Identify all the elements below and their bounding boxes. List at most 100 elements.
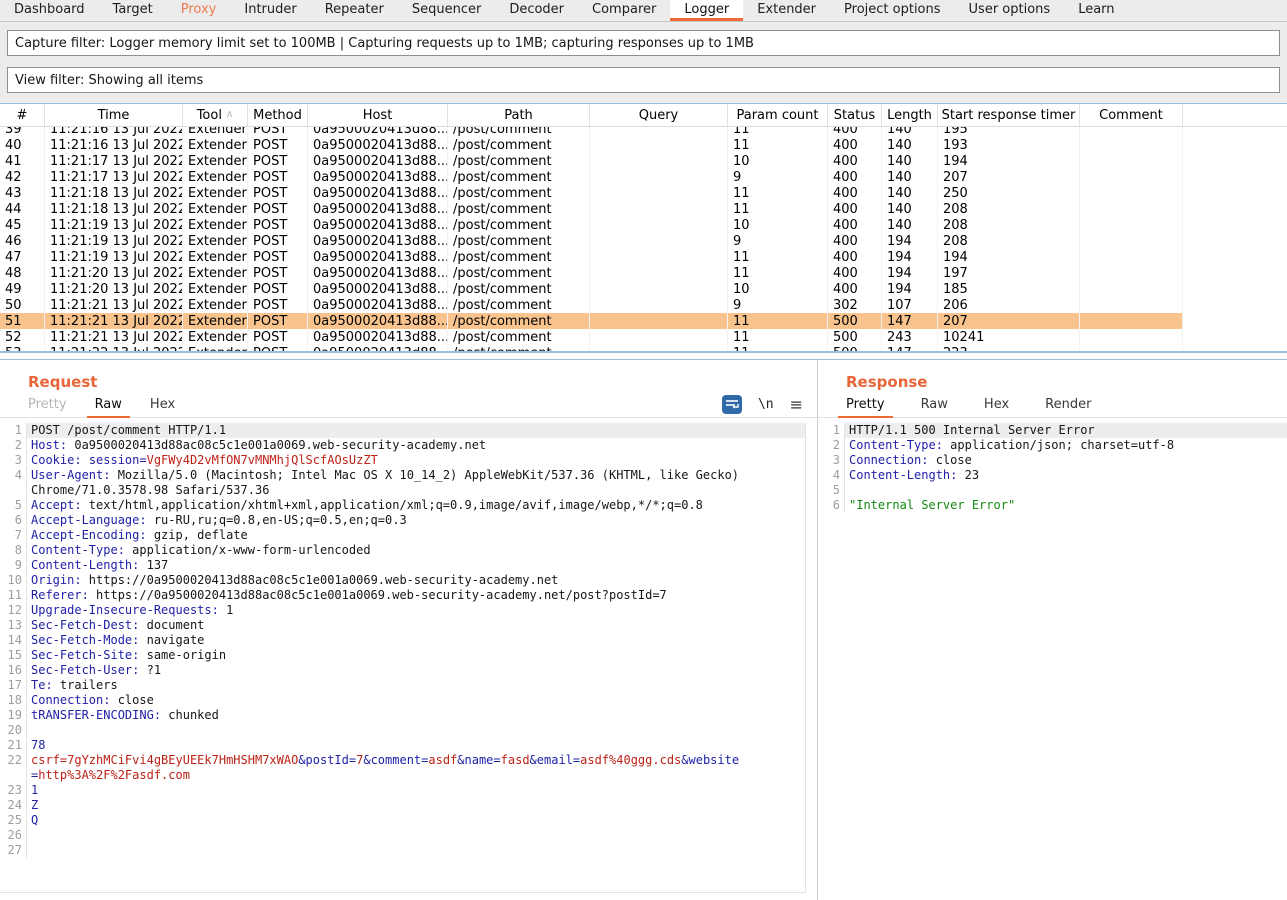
cell-tool: Extender <box>183 265 248 281</box>
code-line: 26 <box>0 828 805 843</box>
cell-path: /post/comment <box>448 297 590 313</box>
table-row-39[interactable]: 3911:21:16 13 Jul 2022ExtenderPOST0a9500… <box>0 127 1183 137</box>
tab-target[interactable]: Target <box>99 0 167 21</box>
tab-dashboard[interactable]: Dashboard <box>0 0 99 21</box>
code-line: 25Q <box>0 813 805 828</box>
cell-path: /post/comment <box>448 137 590 153</box>
cell-query <box>590 281 728 297</box>
table-row-51[interactable]: 5111:21:21 13 Jul 2022ExtenderPOST0a9500… <box>0 313 1183 329</box>
tab-hex[interactable]: Hex <box>976 395 1017 418</box>
cell-comment <box>1080 169 1183 185</box>
tab-project-options[interactable]: Project options <box>830 0 955 21</box>
cell-param-count: 10 <box>728 217 828 233</box>
col-header-time[interactable]: Time <box>45 104 183 126</box>
tab-logger[interactable]: Logger <box>670 0 743 21</box>
line-number: 1 <box>818 423 844 438</box>
line-content: 1 <box>26 783 805 798</box>
table-row-49[interactable]: 4911:21:20 13 Jul 2022ExtenderPOST0a9500… <box>0 281 1183 297</box>
col-header-method[interactable]: Method <box>248 104 308 126</box>
cell-param-count: 11 <box>728 345 828 351</box>
view-filter-text: View filter: Showing all items <box>15 73 203 88</box>
cell-param-count: 11 <box>728 127 828 137</box>
cell-param-count: 11 <box>728 185 828 201</box>
code-line: 1POST /post/comment HTTP/1.1 <box>0 423 805 438</box>
code-line: 6"Internal Server Error" <box>818 498 1287 513</box>
table-row-48[interactable]: 4811:21:20 13 Jul 2022ExtenderPOST0a9500… <box>0 265 1183 281</box>
request-editor[interactable]: 1POST /post/comment HTTP/1.12Host: 0a950… <box>0 423 806 893</box>
cell-path: /post/comment <box>448 185 590 201</box>
cell-num: 52 <box>0 329 45 345</box>
tab-intruder[interactable]: Intruder <box>230 0 310 21</box>
editor-menu-icon[interactable]: ≡ <box>790 395 803 414</box>
cell-status: 400 <box>828 169 882 185</box>
cell-path: /post/comment <box>448 281 590 297</box>
cell-method: POST <box>248 345 308 351</box>
tab-decoder[interactable]: Decoder <box>495 0 578 21</box>
table-row-41[interactable]: 4111:21:17 13 Jul 2022ExtenderPOST0a9500… <box>0 153 1183 169</box>
code-line: 18Connection: close <box>0 693 805 708</box>
table-row-42[interactable]: 4211:21:17 13 Jul 2022ExtenderPOST0a9500… <box>0 169 1183 185</box>
line-content: Sec-Fetch-Mode: navigate <box>26 633 805 648</box>
capture-filter-bar[interactable]: Capture filter: Logger memory limit set … <box>7 30 1280 56</box>
tab-learn[interactable]: Learn <box>1064 0 1128 21</box>
request-title: Request <box>28 373 817 391</box>
response-editor[interactable]: 1HTTP/1.1 500 Internal Server Error2Cont… <box>818 423 1287 513</box>
code-line: 5 <box>818 483 1287 498</box>
cell-method: POST <box>248 329 308 345</box>
col-header-start-response-timer[interactable]: Start response timer <box>938 104 1080 126</box>
cell-host: 0a9500020413d88... <box>308 329 448 345</box>
table-row-43[interactable]: 4311:21:18 13 Jul 2022ExtenderPOST0a9500… <box>0 185 1183 201</box>
cell-query <box>590 297 728 313</box>
word-wrap-icon[interactable] <box>722 395 742 414</box>
cell-start-response-timer: 207 <box>938 313 1080 329</box>
tab-repeater[interactable]: Repeater <box>311 0 398 21</box>
line-number: 14 <box>0 633 26 648</box>
col-header-path[interactable]: Path <box>448 104 590 126</box>
table-row-40[interactable]: 4011:21:16 13 Jul 2022ExtenderPOST0a9500… <box>0 137 1183 153</box>
cell-host: 0a9500020413d88... <box>308 233 448 249</box>
table-row-53[interactable]: 5311:21:22 13 Jul 2022ExtenderPOST0a9500… <box>0 345 1183 351</box>
col-header-num[interactable]: # <box>0 104 45 126</box>
col-header-comment[interactable]: Comment <box>1080 104 1183 126</box>
cell-time: 11:21:16 13 Jul 2022 <box>45 137 183 153</box>
col-header-host[interactable]: Host <box>308 104 448 126</box>
tab-hex[interactable]: Hex <box>142 395 183 418</box>
col-header-param-count[interactable]: Param count <box>728 104 828 126</box>
cell-method: POST <box>248 201 308 217</box>
cell-tool: Extender <box>183 169 248 185</box>
tab-pretty[interactable]: Pretty <box>20 395 75 418</box>
newline-toggle-icon[interactable]: \n <box>758 397 774 412</box>
split-divider[interactable] <box>0 352 1287 360</box>
line-content: Accept-Encoding: gzip, deflate <box>26 528 805 543</box>
tab-user-options[interactable]: User options <box>955 0 1065 21</box>
table-row-46[interactable]: 4611:21:19 13 Jul 2022ExtenderPOST0a9500… <box>0 233 1183 249</box>
table-row-44[interactable]: 4411:21:18 13 Jul 2022ExtenderPOST0a9500… <box>0 201 1183 217</box>
tab-comparer[interactable]: Comparer <box>578 0 670 21</box>
col-header-status[interactable]: Status <box>828 104 882 126</box>
table-row-50[interactable]: 5011:21:21 13 Jul 2022ExtenderPOST0a9500… <box>0 297 1183 313</box>
col-header-query[interactable]: Query <box>590 104 728 126</box>
col-header-tool[interactable]: Tool∧ <box>183 104 248 126</box>
response-panel: Response PrettyRawHexRender 1HTTP/1.1 50… <box>818 360 1287 900</box>
tab-extender[interactable]: Extender <box>743 0 830 21</box>
cell-method: POST <box>248 127 308 137</box>
request-tabs: Pretty Raw Hex \n ≡ <box>0 397 817 418</box>
col-header-length[interactable]: Length <box>882 104 938 126</box>
tab-raw[interactable]: Raw <box>87 395 130 418</box>
line-number: 4 <box>818 468 844 483</box>
tab-raw[interactable]: Raw <box>913 395 956 418</box>
table-row-45[interactable]: 4511:21:19 13 Jul 2022ExtenderPOST0a9500… <box>0 217 1183 233</box>
view-filter-bar[interactable]: View filter: Showing all items <box>7 67 1280 93</box>
tab-proxy[interactable]: Proxy <box>167 0 231 21</box>
table-row-47[interactable]: 4711:21:19 13 Jul 2022ExtenderPOST0a9500… <box>0 249 1183 265</box>
cell-start-response-timer: 207 <box>938 169 1080 185</box>
cell-num: 40 <box>0 137 45 153</box>
tab-render[interactable]: Render <box>1037 395 1099 418</box>
line-number: 27 <box>0 843 26 858</box>
table-row-52[interactable]: 5211:21:21 13 Jul 2022ExtenderPOST0a9500… <box>0 329 1183 345</box>
line-number: 6 <box>818 498 844 513</box>
cell-length: 140 <box>882 217 938 233</box>
tab-sequencer[interactable]: Sequencer <box>398 0 495 21</box>
cell-tool: Extender <box>183 281 248 297</box>
tab-pretty[interactable]: Pretty <box>838 395 893 418</box>
